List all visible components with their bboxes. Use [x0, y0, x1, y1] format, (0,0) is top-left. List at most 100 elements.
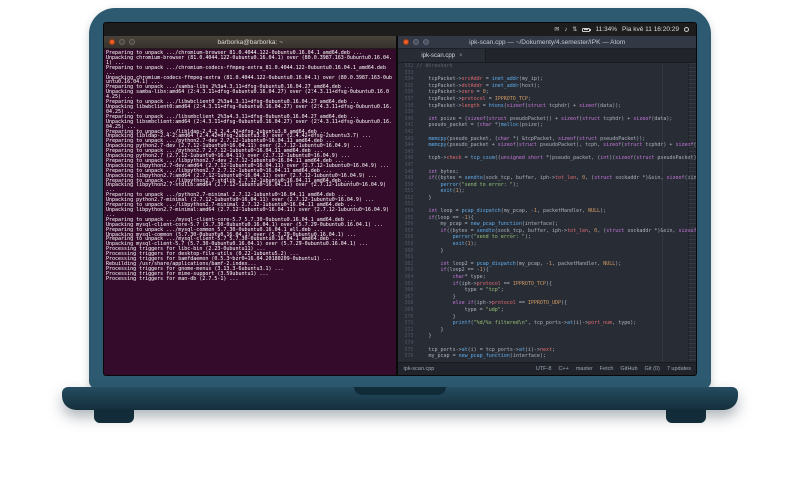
laptop-foot-right — [666, 409, 706, 423]
status-bar: ipk-scan.cpp UTF-8 C++ master Fetch GitHub Gi… — [398, 362, 696, 375]
line-number: 365 — [404, 280, 414, 287]
line-number: 337 — [404, 95, 414, 102]
code-line: int loop = pcap_dispatch(my_pcap, -1, pa… — [428, 208, 607, 215]
line-number: 364 — [404, 274, 414, 280]
close-button[interactable] — [403, 39, 410, 45]
line-number: 369 — [404, 306, 414, 313]
line-number: 358 — [404, 234, 414, 241]
line-number: 362 — [404, 260, 414, 267]
line-number: 363 — [404, 267, 414, 274]
clock[interactable]: Pia kvě 11 16:20:29 — [622, 26, 679, 33]
code-editor[interactable]: 332 333 334 335 336 337 338 339 340 341 342 343 344 3… — [398, 63, 696, 362]
maximize-button[interactable] — [129, 39, 135, 45]
line-number: 344 — [404, 142, 414, 149]
line-number: 336 — [404, 89, 414, 96]
line-number: 372 — [404, 326, 414, 333]
laptop-lid: ✉ ♪ ⇅ 11:34% Pia kvě 11 16:20:29 barbork… — [89, 8, 711, 389]
maximize-button[interactable] — [423, 39, 430, 45]
atom-titlebar[interactable]: ipk-scan.cpp — ~/Dokumenty/4.semester/IP… — [398, 36, 696, 49]
line-number: 351 — [404, 188, 414, 195]
volume-icon[interactable]: ♪ — [564, 27, 567, 33]
code-line: if(loop == -1){ — [428, 214, 474, 221]
tab-ipk-scan[interactable]: ipk-scan.cpp × — [398, 49, 487, 62]
code-line: // Wireshark — [416, 63, 453, 69]
code-line: int psize = (sizeof(struct pseudoPacket)… — [428, 115, 673, 122]
status-left: ipk-scan.cpp — [403, 366, 434, 372]
minimize-button[interactable] — [119, 39, 125, 45]
line-number: 355 — [404, 214, 414, 221]
line-number: 371 — [404, 320, 414, 327]
line-number: 335 — [404, 82, 414, 89]
code-line: tcpPacket->srcAddr = inet_addr(my_ip); — [428, 76, 543, 83]
line-number: 373 — [404, 333, 414, 340]
code-line: memcpy(pseudo_packet, (char *) &tcpPacke… — [428, 135, 646, 142]
laptop-screen: ✉ ♪ ⇅ 11:34% Pia kvě 11 16:20:29 barbork… — [103, 22, 697, 376]
code-line: } — [428, 194, 432, 201]
status-item[interactable]: UTF-8 — [536, 366, 552, 372]
line-number: 359 — [404, 241, 414, 248]
code-line: printf("%d/%s filtered\n", tcp_ports->at… — [452, 320, 637, 327]
window-area: barborka@barborka: ~ Preparing to unpack… — [104, 36, 696, 375]
status-item[interactable]: Fetch — [600, 366, 614, 372]
battery-fill — [583, 29, 588, 30]
close-button[interactable] — [109, 39, 115, 45]
status-item[interactable]: C++ — [558, 366, 568, 372]
code-content: // Wireshark tcpPacket->srcAddr = inet_a… — [416, 63, 696, 362]
status-item[interactable]: ipk-scan.cpp — [403, 366, 434, 372]
code-line: memcpy(pseudo_packet + sizeof(struct pse… — [428, 142, 696, 149]
code-line: } — [440, 326, 444, 333]
atom-window: ipk-scan.cpp — ~/Dokumenty/4.semester/IP… — [398, 36, 696, 375]
code-line: } — [452, 293, 456, 300]
terminal-title: barborka@barborka: ~ — [217, 38, 283, 46]
status-item[interactable]: 7 updates — [667, 366, 691, 372]
tab-close-icon[interactable]: × — [459, 53, 463, 59]
code-line: } — [452, 313, 456, 320]
top-panel: ✉ ♪ ⇅ 11:34% Pia kvě 11 16:20:29 — [104, 23, 696, 36]
line-number: 360 — [404, 247, 414, 254]
line-number: 361 — [404, 254, 414, 261]
line-number: 341 — [404, 122, 414, 129]
line-number: 376 — [404, 353, 414, 360]
line-number: 357 — [404, 227, 414, 234]
line-number: 343 — [404, 135, 414, 142]
code-line: if((bytes = sendto(sock_tcp, buffer, iph… — [428, 175, 696, 182]
terminal-output[interactable]: Preparing to unpack .../chromium-browser… — [104, 49, 397, 375]
status-item[interactable]: GitHub — [620, 366, 637, 372]
line-number: 366 — [404, 287, 414, 294]
minimize-button[interactable] — [413, 39, 420, 45]
scrollbar[interactable] — [688, 63, 696, 362]
status-item[interactable]: Git (0) — [645, 366, 660, 372]
battery-icon[interactable] — [582, 27, 592, 32]
messages-icon[interactable]: ✉ — [554, 27, 559, 33]
status-right: UTF-8 C++ master Fetch GitHub Git (0) 7 update… — [536, 366, 691, 372]
terminal-window: barborka@barborka: ~ Preparing to unpack… — [104, 36, 397, 375]
code-line: } — [440, 247, 444, 254]
line-number: 349 — [404, 175, 414, 182]
battery-label: 11:34% — [595, 26, 618, 33]
line-number: 353 — [404, 201, 414, 208]
code-line: exit(1); — [440, 188, 465, 195]
line-number: 347 — [404, 161, 414, 168]
code-line: my_pcap = new_pcap_function(interface); — [428, 353, 546, 360]
line-number: 334 — [404, 76, 414, 83]
wrap-guide — [662, 63, 664, 362]
code-line: if((bytes = sendto(sock_tcp, buffer, iph… — [440, 227, 696, 234]
line-number: 354 — [404, 208, 414, 215]
power-icon[interactable] — [684, 27, 689, 32]
atom-title: ipk-scan.cpp — ~/Dokumenty/4.semester/IP… — [469, 38, 626, 46]
network-icon[interactable]: ⇅ — [572, 27, 577, 33]
line-number: 375 — [404, 346, 414, 353]
terminal-titlebar[interactable]: barborka@barborka: ~ — [104, 36, 397, 49]
code-line: tcph->check = tcp_csum((unsigned short *… — [428, 155, 696, 162]
line-number: 368 — [404, 300, 414, 307]
status-item[interactable]: master — [576, 366, 593, 372]
line-number: 367 — [404, 293, 414, 300]
line-number: 370 — [404, 313, 414, 320]
